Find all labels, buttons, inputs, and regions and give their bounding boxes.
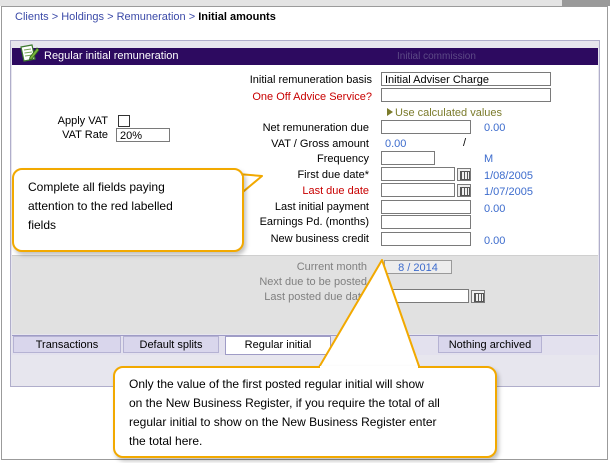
- tab-nothing-archived[interactable]: Nothing archived: [438, 336, 542, 353]
- net-due-label: Net remuneration due: [262, 122, 369, 134]
- breadcrumb-remuneration[interactable]: Remuneration: [117, 11, 186, 23]
- apply-vat-label: Apply VAT: [57, 115, 108, 127]
- last-payment-input[interactable]: [381, 200, 471, 214]
- last-due-calc: 1/07/2005: [484, 186, 533, 198]
- vat-gross-label: VAT / Gross amount: [271, 138, 369, 150]
- last-payment-calc: 0.00: [484, 203, 506, 215]
- vat-gross-value: 0.00: [385, 138, 407, 150]
- apply-vat-checkbox[interactable]: [118, 115, 130, 127]
- panel-title-bar: Regular initial remuneration Initial com…: [12, 48, 598, 65]
- basis-input[interactable]: Initial Adviser Charge: [381, 72, 551, 86]
- new-business-calc: 0.00: [484, 235, 506, 247]
- vat-gross-separator: /: [463, 137, 467, 149]
- register-callout-line: Only the value of the first posted regul…: [129, 377, 424, 391]
- panel-ghost-heading: Initial commission: [397, 51, 476, 62]
- last-posted-label: Last posted due date: [264, 291, 367, 303]
- last-posted-input[interactable]: [381, 289, 469, 303]
- fields-callout-line: fields: [28, 218, 57, 232]
- callout-tail-mask: [232, 176, 242, 196]
- calendar-icon[interactable]: [457, 168, 471, 181]
- breadcrumb-clients[interactable]: Clients: [15, 11, 49, 23]
- first-due-calc: 1/08/2005: [484, 170, 533, 182]
- tab-regular-initial[interactable]: Regular initial: [225, 336, 331, 355]
- first-due-input[interactable]: [381, 167, 455, 181]
- fields-callout-line: Complete all fields paying: [28, 180, 165, 194]
- vat-rate-input[interactable]: 20%: [116, 128, 170, 142]
- tab-transactions[interactable]: Transactions: [13, 336, 121, 353]
- register-callout-line: the total here.: [129, 434, 203, 448]
- frequency-calc: M: [484, 153, 494, 165]
- use-calculated-label: Use calculated values: [395, 107, 503, 119]
- breadcrumb: Clients > Holdings > Remuneration > Init…: [15, 11, 276, 23]
- earnings-input[interactable]: [381, 215, 471, 229]
- register-callout-line: regular initial to show on the New Busin…: [129, 415, 437, 429]
- basis-label: Initial remuneration basis: [249, 74, 372, 86]
- calendar-icon[interactable]: [471, 290, 485, 303]
- new-business-input[interactable]: [381, 232, 471, 246]
- one-off-input[interactable]: [381, 88, 551, 102]
- frequency-input[interactable]: [381, 151, 435, 165]
- net-due-calc: 0.00: [484, 122, 506, 134]
- document-edit-icon: [20, 44, 40, 62]
- calendar-icon[interactable]: [457, 184, 471, 197]
- breadcrumb-separator: >: [51, 11, 59, 23]
- use-calculated-link[interactable]: Use calculated values: [387, 107, 502, 119]
- breadcrumb-current: Initial amounts: [198, 11, 276, 23]
- breadcrumb-separator: >: [107, 11, 114, 23]
- next-due-label: Next due to be posted: [259, 276, 367, 288]
- register-callout-line: on the New Business Register, if you req…: [129, 396, 440, 410]
- last-due-input[interactable]: [381, 183, 455, 197]
- breadcrumb-separator: >: [188, 11, 196, 23]
- current-month-label: Current month: [296, 261, 367, 273]
- breadcrumb-holdings[interactable]: Holdings: [61, 11, 104, 23]
- panel-title: Regular initial remuneration: [44, 50, 179, 62]
- one-off-label: One Off Advice Service?: [252, 91, 372, 103]
- tab-default-splits[interactable]: Default splits: [123, 336, 219, 353]
- play-arrow-icon: [387, 108, 393, 116]
- net-due-input[interactable]: [381, 120, 471, 134]
- current-month-text: 8 / 2014: [398, 262, 438, 274]
- callout-tail-mask: [320, 366, 418, 372]
- current-month-value: 8 / 2014: [384, 260, 452, 274]
- frequency-label: Frequency: [317, 153, 369, 165]
- fields-callout-line: attention to the red labelled: [28, 199, 173, 213]
- register-callout: Only the value of the first posted regul…: [113, 366, 497, 458]
- fields-callout: Complete all fields paying attention to …: [12, 168, 244, 252]
- vat-rate-label: VAT Rate: [62, 129, 108, 141]
